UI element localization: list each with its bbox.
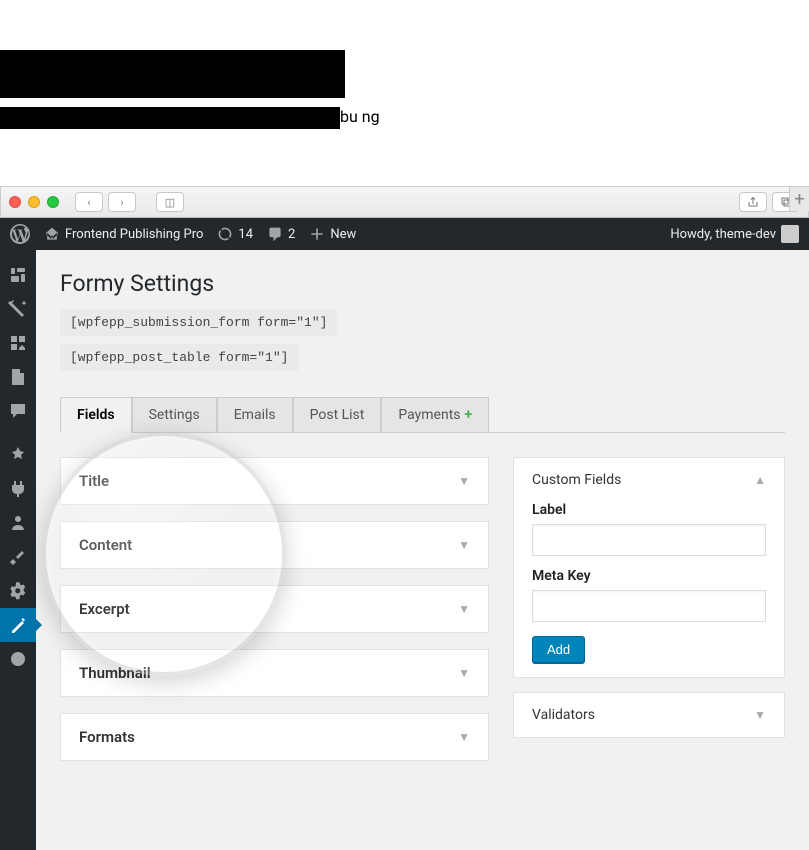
- page-title: Formy Settings: [60, 270, 785, 297]
- new-content-link[interactable]: New: [309, 226, 356, 242]
- tab-payments[interactable]: Payments+: [381, 397, 489, 433]
- validators-panel: Validators ▼: [513, 692, 785, 738]
- panel-toggle[interactable]: Validators ▼: [532, 707, 766, 723]
- chevron-down-icon: ▼: [754, 708, 766, 722]
- menu-collapse-icon[interactable]: [0, 642, 36, 676]
- panel-title: Validators: [532, 707, 595, 723]
- admin-sidebar: [0, 250, 36, 850]
- field-row[interactable]: Thumbnail ▼: [60, 649, 489, 697]
- new-label: New: [330, 227, 356, 242]
- minimize-window-icon[interactable]: [28, 196, 40, 208]
- shortcode-submission: [wpfepp_submission_form form="1"]: [60, 309, 337, 336]
- meta-key-input[interactable]: [532, 590, 766, 622]
- field-label: Thumbnail: [79, 664, 151, 682]
- panel-toggle[interactable]: Custom Fields ▲: [532, 472, 766, 488]
- wp-logo-icon[interactable]: [10, 224, 30, 244]
- browser-toolbar: ‹ › ◫ +: [0, 186, 809, 218]
- howdy-label: Howdy, theme-dev: [670, 227, 776, 242]
- menu-comments-icon[interactable]: [0, 394, 36, 428]
- page-subheading: bu ng: [0, 107, 809, 126]
- label-meta-key: Meta Key: [532, 568, 766, 584]
- field-row[interactable]: Formats ▼: [60, 713, 489, 761]
- share-icon[interactable]: [739, 192, 767, 212]
- chevron-up-icon: ▲: [754, 473, 766, 487]
- avatar-icon: [781, 225, 799, 243]
- sidebar-toggle-icon[interactable]: ◫: [156, 192, 184, 212]
- menu-settings-icon[interactable]: [0, 574, 36, 608]
- add-button[interactable]: Add: [532, 636, 585, 663]
- back-button[interactable]: ‹: [75, 192, 103, 212]
- chevron-down-icon: ▼: [458, 538, 470, 552]
- new-tab-button[interactable]: +: [789, 187, 809, 211]
- menu-media-icon[interactable]: [0, 326, 36, 360]
- chevron-down-icon: ▼: [458, 474, 470, 488]
- menu-users-icon[interactable]: [0, 506, 36, 540]
- menu-fepp-icon[interactable]: [0, 608, 36, 642]
- tab-post-list[interactable]: Post List: [293, 397, 382, 433]
- updates-count: 14: [238, 227, 253, 242]
- settings-tabs: Fields Settings Emails Post List Payment…: [60, 397, 785, 433]
- tab-settings[interactable]: Settings: [132, 397, 217, 433]
- comments-count: 2: [288, 227, 295, 242]
- menu-tools-icon[interactable]: [0, 540, 36, 574]
- chevron-down-icon: ▼: [458, 666, 470, 680]
- field-label: Title: [79, 472, 109, 490]
- site-name-label: Frontend Publishing Pro: [65, 227, 203, 242]
- shortcode-post-table: [wpfepp_post_table form="1"]: [60, 344, 298, 371]
- maximize-window-icon[interactable]: [47, 196, 59, 208]
- custom-fields-panel: Custom Fields ▲ Label Meta Key Add: [513, 457, 785, 678]
- menu-dashboard-icon[interactable]: [0, 258, 36, 292]
- field-row[interactable]: Excerpt ▼: [60, 585, 489, 633]
- field-row[interactable]: Title ▼: [60, 457, 489, 505]
- panel-title: Custom Fields: [532, 472, 621, 488]
- forward-button[interactable]: ›: [108, 192, 136, 212]
- field-label: Formats: [79, 728, 135, 746]
- main-content: Formy Settings [wpfepp_submission_form f…: [36, 250, 809, 850]
- account-link[interactable]: Howdy, theme-dev: [670, 225, 799, 243]
- field-label: Content: [79, 536, 132, 554]
- label-input[interactable]: [532, 524, 766, 556]
- chevron-down-icon: ▼: [458, 730, 470, 744]
- field-label: Excerpt: [79, 600, 130, 618]
- close-window-icon[interactable]: [9, 196, 21, 208]
- menu-posts-icon[interactable]: [0, 292, 36, 326]
- menu-appearance-icon[interactable]: [0, 438, 36, 472]
- tab-emails[interactable]: Emails: [217, 397, 293, 433]
- site-name-link[interactable]: Frontend Publishing Pro: [44, 226, 203, 242]
- wp-admin-bar: Frontend Publishing Pro 14 2 New Howdy, …: [0, 218, 809, 250]
- field-row[interactable]: Content ▼: [60, 521, 489, 569]
- tab-fields[interactable]: Fields: [60, 397, 132, 433]
- page-heading: er: [0, 50, 809, 99]
- plus-icon: +: [465, 407, 473, 423]
- label-field-label: Label: [532, 502, 766, 518]
- chevron-down-icon: ▼: [458, 602, 470, 616]
- comments-link[interactable]: 2: [267, 226, 295, 242]
- menu-pages-icon[interactable]: [0, 360, 36, 394]
- menu-plugins-icon[interactable]: [0, 472, 36, 506]
- updates-link[interactable]: 14: [217, 226, 253, 242]
